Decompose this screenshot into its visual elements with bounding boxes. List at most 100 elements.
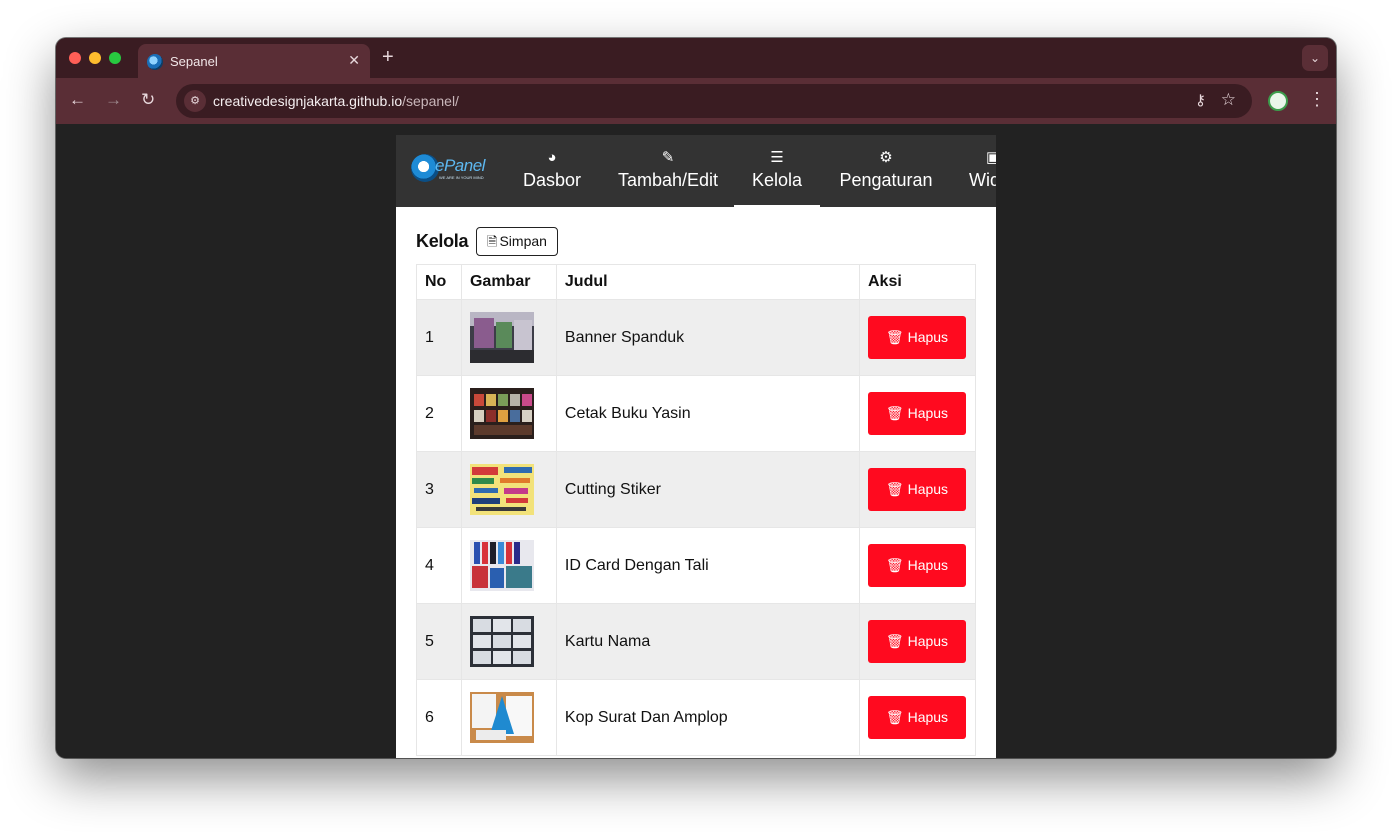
trash-icon: 🗑	[885, 481, 904, 497]
table-row: 1 Banner Spanduk 🗑 Hapus	[416, 299, 977, 376]
row-image-cell	[460, 679, 557, 756]
url-path: /sepanel/	[402, 93, 459, 109]
nav-item-label: Widget	[969, 170, 996, 190]
minimize-window-button[interactable]	[89, 52, 101, 64]
nav-item-tambah-edit[interactable]: ✎ Tambah/Edit	[608, 135, 728, 207]
excel-file-icon: 🗎	[487, 234, 498, 249]
tab-close-icon[interactable]: ✕	[348, 52, 360, 69]
trash-icon: 🗑	[885, 557, 904, 573]
back-button[interactable]: ←	[69, 90, 86, 110]
hapus-label: Hapus	[907, 481, 949, 497]
browser-window: Sepanel ✕ + ⌄ ← → ↻ ⚙ creativedesignjaka…	[56, 38, 1336, 758]
hapus-button[interactable]: 🗑 Hapus	[867, 620, 966, 663]
hapus-button[interactable]: 🗑 Hapus	[867, 316, 966, 359]
new-tab-button[interactable]: +	[382, 46, 394, 69]
row-action-cell: 🗑 Hapus	[858, 679, 977, 756]
browser-toolbar: ← → ↻ ⚙ creativedesignjakarta.github.io/…	[56, 78, 1336, 124]
heading-row: Kelola 🗎 Simpan	[416, 227, 976, 257]
hapus-button[interactable]: 🗑 Hapus	[867, 696, 966, 739]
hapus-label: Hapus	[907, 329, 949, 345]
extension-icon[interactable]	[1268, 91, 1288, 111]
nav-item-pengaturan[interactable]: ⚙ Pengaturan	[832, 135, 940, 207]
row-number: 2	[416, 375, 462, 452]
list-icon: ☰	[770, 149, 784, 166]
trash-icon: 🗑	[885, 709, 904, 725]
tab-sepanel[interactable]: Sepanel ✕	[138, 44, 370, 78]
reload-button[interactable]: ↻	[141, 90, 155, 110]
page-viewport: ePanel WE ARE IN YOUR MIND ◕ Dasbor ✎ Ta…	[56, 124, 1336, 758]
table-header-row: No Gambar Judul Aksi	[416, 264, 977, 300]
sepanel-page: ePanel WE ARE IN YOUR MIND ◕ Dasbor ✎ Ta…	[396, 135, 996, 758]
logo-tagline: WE ARE IN YOUR MIND	[439, 175, 484, 180]
row-number: 6	[416, 679, 462, 756]
url-domain: creativedesignjakarta.github.io	[213, 93, 403, 109]
column-header-gambar: Gambar	[460, 264, 557, 300]
hapus-button[interactable]: 🗑 Hapus	[867, 544, 966, 587]
row-image-cell	[460, 375, 557, 452]
tab-strip: Sepanel ✕ + ⌄	[56, 38, 1336, 78]
row-title: Kop Surat Dan Amplop	[555, 679, 860, 756]
tachometer-icon: ◕	[547, 149, 557, 166]
hapus-button[interactable]: 🗑 Hapus	[867, 392, 966, 435]
main-content: Kelola 🗎 Simpan No Gambar Judul Aksi 1 B…	[416, 227, 977, 756]
row-number: 4	[416, 527, 462, 604]
trash-icon: 🗑	[885, 405, 904, 421]
maximize-window-button[interactable]	[109, 52, 121, 64]
sepanel-logo[interactable]: ePanel WE ARE IN YOUR MIND	[411, 154, 489, 184]
nav-item-label: Tambah/Edit	[617, 170, 719, 190]
hapus-label: Hapus	[907, 405, 949, 421]
close-window-button[interactable]	[69, 52, 81, 64]
kop-surat-thumbnail	[469, 692, 534, 743]
site-info-icon[interactable]: ⚙	[184, 90, 206, 112]
nav-item-kelola[interactable]: ☰ Kelola	[734, 135, 820, 207]
hapus-label: Hapus	[907, 633, 949, 649]
nav-item-label: Pengaturan	[839, 170, 933, 190]
row-image-cell	[460, 527, 557, 604]
row-action-cell: 🗑 Hapus	[858, 603, 977, 680]
banner-spanduk-thumbnail	[469, 312, 534, 363]
tab-title: Sepanel	[170, 54, 218, 69]
id-card-thumbnail	[469, 540, 534, 591]
row-image-cell	[460, 451, 557, 528]
bookmark-star-icon[interactable]: ☆	[1221, 90, 1236, 110]
hapus-button[interactable]: 🗑 Hapus	[867, 468, 966, 511]
nav-item-dasbor[interactable]: ◕ Dasbor	[514, 135, 590, 207]
logo-text: ePanel	[435, 156, 485, 175]
row-action-cell: 🗑 Hapus	[858, 299, 977, 376]
column-header-no: No	[416, 264, 462, 300]
row-title: Cetak Buku Yasin	[555, 375, 860, 452]
row-action-cell: 🗑 Hapus	[858, 375, 977, 452]
row-title: Kartu Nama	[555, 603, 860, 680]
page-title: Kelola	[416, 231, 469, 251]
simpan-button[interactable]: 🗎 Simpan	[476, 227, 558, 256]
password-key-icon[interactable]: ⚷	[1195, 91, 1206, 109]
gear-icon: ⚙	[879, 149, 893, 166]
top-navigation: ePanel WE ARE IN YOUR MIND ◕ Dasbor ✎ Ta…	[396, 135, 996, 207]
row-action-cell: 🗑 Hapus	[858, 451, 977, 528]
cutting-stiker-thumbnail	[469, 464, 534, 515]
url-text[interactable]: creativedesignjakarta.github.io/sepanel/	[213, 93, 459, 109]
nav-item-label: Dasbor	[522, 170, 582, 190]
row-title: Banner Spanduk	[555, 299, 860, 376]
row-image-cell	[460, 299, 557, 376]
column-header-judul: Judul	[555, 264, 860, 300]
row-title: Cutting Stiker	[555, 451, 860, 528]
row-title: ID Card Dengan Tali	[555, 527, 860, 604]
table-row: 6 Kop Surat Dan Amplop 🗑 Hapus	[416, 679, 977, 756]
favicon-icon	[147, 54, 163, 70]
browser-menu-icon[interactable]: ⋮	[1308, 89, 1326, 109]
column-header-aksi: Aksi	[858, 264, 977, 300]
edit-icon: ✎	[661, 149, 675, 166]
simpan-label: Simpan	[499, 233, 547, 249]
forward-button[interactable]: →	[105, 90, 122, 110]
address-bar[interactable]: ⚙ creativedesignjakarta.github.io/sepane…	[176, 84, 1252, 118]
trash-icon: 🗑	[885, 329, 904, 345]
nav-item-widget[interactable]: ▣ Widget	[956, 135, 996, 207]
tab-search-button[interactable]: ⌄	[1302, 45, 1328, 71]
table-row: 3 Cutting Stiker 🗑 Hapus	[416, 451, 977, 528]
row-number: 1	[416, 299, 462, 376]
table-row: 4 ID Card Dengan Tali 🗑 Hapus	[416, 527, 977, 604]
nav-item-label: Kelola	[751, 170, 803, 190]
hapus-label: Hapus	[907, 557, 949, 573]
row-action-cell: 🗑 Hapus	[858, 527, 977, 604]
